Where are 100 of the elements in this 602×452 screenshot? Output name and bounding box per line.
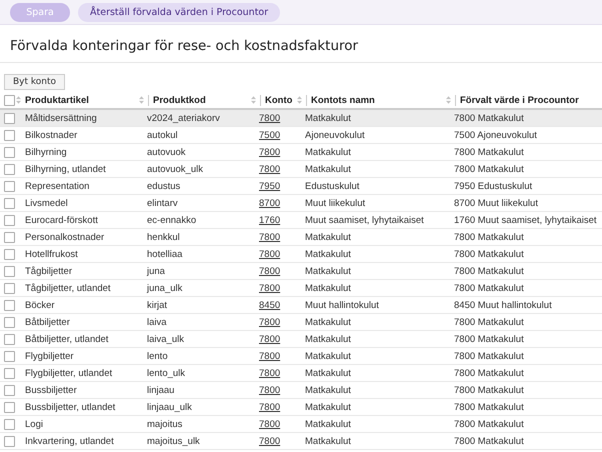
- table-row[interactable]: Tågbiljetter, utlandet juna_ulk 7800 Matkakulut 7800 Matkakulut: [0, 280, 602, 296]
- change-account-button[interactable]: Byt konto: [4, 74, 66, 90]
- row-checkbox[interactable]: [4, 418, 15, 430]
- column-header[interactable]: Produktartikel: [25, 94, 89, 106]
- table-cell: v2024_ateriakorv: [147, 112, 220, 124]
- account-link[interactable]: 7800: [259, 436, 280, 446]
- account-link[interactable]: 7800: [259, 164, 280, 174]
- account-link[interactable]: 7800: [259, 248, 280, 260]
- table-cell: Matkakulut: [305, 146, 351, 158]
- table-cell: linjaau_ulk: [147, 402, 192, 412]
- row-checkbox[interactable]: [4, 248, 15, 260]
- table-row[interactable]: Båtbiljetter, utlandet laiva_ulk 7800 Matkakulut 7800 Matkakulut: [0, 330, 602, 348]
- table-cell: 1760 Muut saamiset, lyhytaikaiset: [454, 214, 597, 226]
- table-cell: 7950 Edustuskulut: [454, 180, 532, 192]
- sort-icon[interactable]: [139, 96, 144, 104]
- account-link[interactable]: 7800: [259, 368, 280, 378]
- row-checkbox[interactable]: [4, 436, 15, 446]
- account-link[interactable]: 7800: [259, 334, 280, 344]
- table-row[interactable]: Flygbiljetter, utlandet lento_ulk 7800 Matkakulut 7800 Matkakulut: [0, 364, 602, 382]
- table-cell: Båtbiljetter: [25, 316, 70, 328]
- table-row[interactable]: Bussbiljetter, utlandet linjaau_ulk 7800 Matkakulut 7800 Matkakulut: [0, 398, 602, 416]
- table-cell: Personalkostnader: [25, 232, 104, 242]
- account-link[interactable]: 7800: [259, 350, 280, 362]
- table-row[interactable]: Inkvartering, utlandet majoitus_ulk 7800 Matkakulut 7800 Matkakulut: [0, 432, 602, 450]
- column-header[interactable]: Kontots namn: [311, 94, 375, 106]
- table-row[interactable]: Livsmedel elintarv 8700 Muut liikekulut 8700 Muut liikekulut: [0, 194, 602, 212]
- row-checkbox[interactable]: [4, 130, 15, 140]
- table-row[interactable]: Tågbiljetter juna 7800 Matkakulut 7800 Matkakulut: [0, 262, 602, 280]
- row-checkbox[interactable]: [4, 266, 15, 276]
- table-cell: Edustuskulut: [305, 180, 360, 192]
- table-cell: Matkakulut: [305, 384, 351, 396]
- table-cell: 8700 Muut liikekulut: [454, 198, 538, 208]
- select-all-checkbox[interactable]: [4, 94, 15, 106]
- table-cell: lento: [147, 350, 168, 362]
- row-checkbox[interactable]: [4, 214, 15, 226]
- table-cell: Måltidsersättning: [25, 112, 97, 124]
- table-row[interactable]: Båtbiljetter laiva 7800 Matkakulut 7800 Matkakulut: [0, 314, 602, 330]
- table-row[interactable]: Eurocard-förskott ec-ennakko 1760 Muut saamiset, lyhytaikaiset 1760 Muut saamiset, lyhytaikaiset: [0, 212, 602, 228]
- table-row[interactable]: Hotellfrukost hotelliaa 7800 Matkakulut 7800 Matkakulut: [0, 246, 602, 262]
- column-header[interactable]: Konto: [265, 94, 292, 106]
- table-cell: 7800 Matkakulut: [454, 402, 524, 412]
- table-row[interactable]: Böcker kirjat 8450 Muut hallintokulut 8450 Muut hallintokulut: [0, 296, 602, 314]
- sort-icon[interactable]: [251, 96, 256, 104]
- account-link[interactable]: 7800: [259, 402, 280, 412]
- table-cell: Flygbiljetter, utlandet: [25, 368, 112, 378]
- row-checkbox[interactable]: [4, 316, 15, 328]
- row-checkbox[interactable]: [4, 384, 15, 396]
- table-row[interactable]: Flygbiljetter lento 7800 Matkakulut 7800 Matkakulut: [0, 348, 602, 364]
- table-cell: Representation: [25, 180, 90, 192]
- row-checkbox[interactable]: [4, 180, 15, 192]
- row-checkbox[interactable]: [4, 282, 15, 294]
- sort-icon[interactable]: [297, 96, 302, 104]
- table-cell: Matkakulut: [305, 316, 351, 328]
- account-link[interactable]: 8450: [259, 300, 280, 310]
- column-header[interactable]: Produktkod: [153, 94, 206, 106]
- row-checkbox[interactable]: [4, 112, 15, 124]
- table-row[interactable]: Bilkostnader autokul 7500 Ajoneuvokulut 7500 Ajoneuvokulut: [0, 126, 602, 144]
- column-header[interactable]: Förvalt värde i Procountor: [460, 94, 579, 106]
- account-link[interactable]: 7800: [259, 418, 280, 430]
- table-cell: majoitus_ulk: [147, 436, 200, 446]
- table-cell: Tågbiljetter: [25, 266, 72, 276]
- table-cell: Muut saamiset, lyhytaikaiset: [305, 214, 424, 226]
- table-row[interactable]: Bilhyrning, utlandet autovuok_ulk 7800 Matkakulut 7800 Matkakulut: [0, 160, 602, 178]
- row-checkbox[interactable]: [4, 146, 15, 158]
- table-cell: Logi: [25, 418, 43, 430]
- account-link[interactable]: 7500: [259, 130, 280, 140]
- account-link[interactable]: 7800: [259, 282, 280, 294]
- table-row[interactable]: Måltidsersättning v2024_ateriakorv 7800 Matkakulut 7800 Matkakulut: [0, 109, 602, 126]
- table-cell: Livsmedel: [25, 198, 68, 208]
- account-link[interactable]: 1760: [259, 214, 280, 226]
- row-checkbox[interactable]: [4, 300, 15, 310]
- table-row[interactable]: Bussbiljetter linjaau 7800 Matkakulut 7800 Matkakulut: [0, 382, 602, 398]
- row-checkbox[interactable]: [4, 402, 15, 412]
- table-cell: 7800 Matkakulut: [454, 232, 524, 242]
- sort-icon[interactable]: [446, 96, 451, 104]
- table-row[interactable]: Bilhyrning autovuok 7800 Matkakulut 7800 Matkakulut: [0, 144, 602, 160]
- account-link[interactable]: 8700: [259, 198, 280, 208]
- row-checkbox[interactable]: [4, 334, 15, 344]
- reset-button[interactable]: Återställ förvalda värden i Procountor: [78, 3, 280, 22]
- table-row[interactable]: Representation edustus 7950 Edustuskulut 7950 Edustuskulut: [0, 178, 602, 194]
- table-row[interactable]: Logi majoitus 7800 Matkakulut 7800 Matkakulut: [0, 416, 602, 432]
- table-cell: henkkul: [147, 232, 180, 242]
- table-cell: Böcker: [25, 300, 55, 310]
- table-cell: Matkakulut: [305, 164, 351, 174]
- table-cell: Ajoneuvokulut: [305, 130, 365, 140]
- account-link[interactable]: 7800: [259, 384, 280, 396]
- row-checkbox[interactable]: [4, 164, 15, 174]
- account-link[interactable]: 7800: [259, 266, 280, 276]
- row-checkbox[interactable]: [4, 198, 15, 208]
- account-link[interactable]: 7800: [259, 146, 280, 158]
- table-row[interactable]: Personalkostnader henkkul 7800 Matkakulut 7800 Matkakulut: [0, 228, 602, 246]
- account-link[interactable]: 7950: [259, 180, 280, 192]
- account-link[interactable]: 7800: [259, 316, 280, 328]
- row-checkbox[interactable]: [4, 232, 15, 242]
- table-cell: laiva_ulk: [147, 334, 184, 344]
- row-checkbox[interactable]: [4, 368, 15, 378]
- row-checkbox[interactable]: [4, 350, 15, 362]
- table-cell: juna: [147, 266, 165, 276]
- table-cell: 8450 Muut hallintokulut: [454, 300, 552, 310]
- account-link[interactable]: 7800: [259, 232, 280, 242]
